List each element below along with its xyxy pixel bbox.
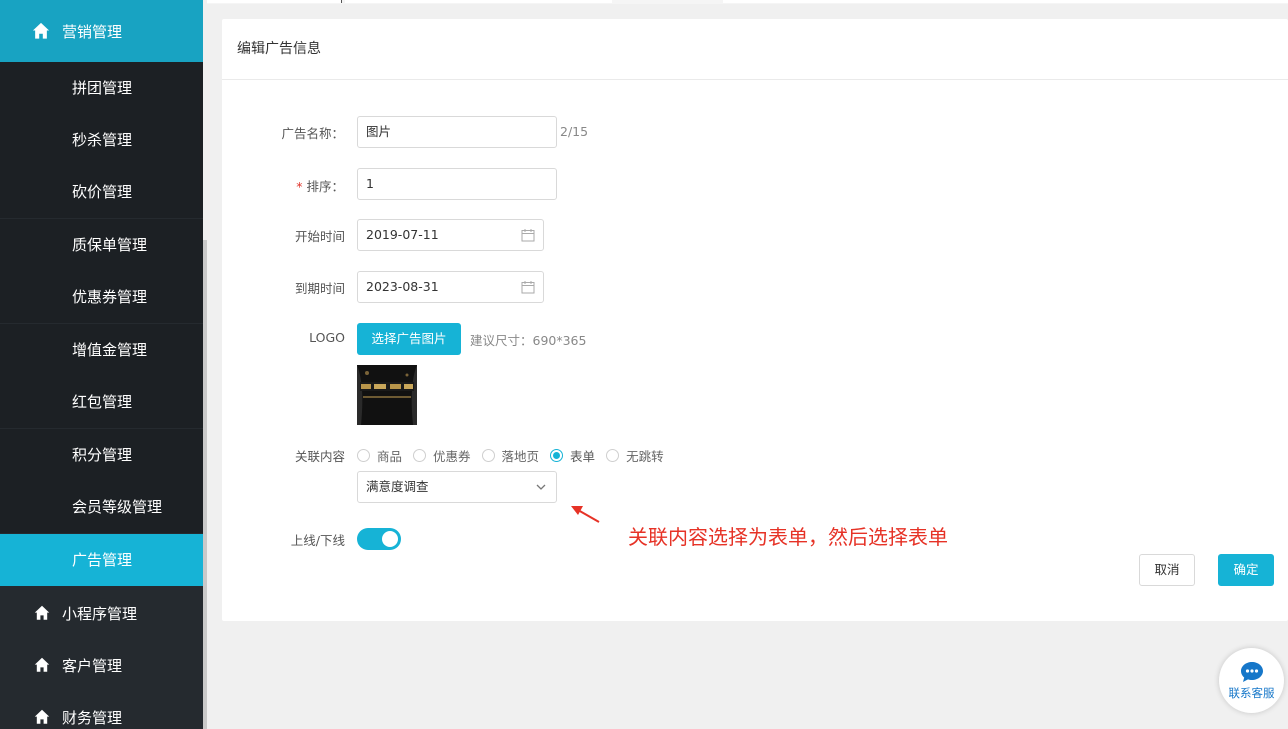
top-tab[interactable] [345, 0, 612, 3]
chat-bubble-icon [1241, 662, 1263, 682]
confirm-button[interactable]: 确定 [1218, 554, 1274, 586]
calendar-icon [521, 281, 535, 294]
radio-form[interactable]: 表单 [550, 446, 595, 465]
sidebar-item-customers[interactable]: 客户管理 [0, 639, 203, 691]
logo-size-hint: 建议尺寸：690*365 [470, 333, 587, 348]
card-title: 编辑广告信息 [222, 19, 1288, 80]
radio-circle[interactable] [550, 449, 564, 462]
sidebar-item-warranty[interactable]: 质保单管理 [0, 219, 203, 271]
radio-landing-page[interactable]: 落地页 [481, 446, 539, 465]
sidebar-item-label: 财务管理 [62, 708, 123, 727]
form-select[interactable]: 满意度调查 [357, 471, 557, 503]
sidebar-item-label: 客户管理 [62, 656, 123, 675]
sidebar-item-ads[interactable]: 广告管理 [0, 534, 203, 586]
sidebar-item-miniprogram[interactable]: 小程序管理 [0, 587, 203, 639]
sidebar-item-label: 营销管理 [62, 22, 123, 41]
radio-no-jump[interactable]: 无跳转 [606, 446, 664, 465]
sidebar-scrollbar[interactable] [203, 240, 207, 729]
toggle-knob [382, 531, 398, 547]
annotation-text: 关联内容选择为表单，然后选择表单 [628, 525, 948, 549]
radio-circle[interactable] [413, 449, 427, 462]
ad-image-preview [357, 365, 417, 425]
related-content-label: 关联内容 [294, 449, 345, 464]
end-time-label: 到期时间 [294, 281, 345, 296]
sidebar-item-bargain[interactable]: 砍价管理 [0, 166, 203, 218]
calendar-icon [521, 229, 535, 242]
ad-image-thumbnail[interactable] [357, 365, 417, 425]
logo-label: LOGO [309, 330, 345, 345]
sidebar-item-value-added[interactable]: 增值金管理 [0, 324, 203, 376]
sidebar-item-flash-sale[interactable]: 秒杀管理 [0, 114, 203, 166]
required-mark: * [296, 179, 303, 194]
end-date-picker[interactable]: 2023-08-31 [357, 271, 544, 303]
choose-ad-image-button[interactable]: 选择广告图片 [357, 323, 461, 355]
sidebar-item-member-level[interactable]: 会员等级管理 [0, 481, 203, 533]
top-tab[interactable] [723, 0, 1288, 3]
sidebar-item-label: 小程序管理 [62, 604, 138, 623]
home-icon [34, 605, 50, 620]
sort-label: * 排序： [296, 179, 344, 194]
ad-name-counter: 2/15 [560, 124, 589, 139]
home-icon [34, 657, 50, 672]
sidebar-item-group-buy[interactable]: 拼团管理 [0, 62, 203, 114]
sidebar: 营销管理 拼团管理 秒杀管理 砍价管理 质保单管理 优惠券管理 增值金管理 红包… [0, 0, 203, 729]
sidebar-item-coupons[interactable]: 优惠券管理 [0, 271, 203, 323]
ad-name-label: 广告名称： [281, 126, 344, 141]
customer-service-button[interactable]: 联系客服 [1219, 648, 1284, 713]
sidebar-item-points[interactable]: 积分管理 [0, 429, 203, 481]
sidebar-item-red-packet[interactable]: 红包管理 [0, 376, 203, 428]
sidebar-item-finance[interactable]: 财务管理 [0, 691, 203, 729]
tab-divider [341, 0, 342, 3]
radio-circle[interactable] [357, 449, 370, 462]
home-icon [34, 709, 50, 724]
online-offline-label: 上线/下线 [290, 533, 345, 548]
radio-product[interactable]: 商品 [357, 446, 402, 465]
customer-service-label: 联系客服 [1228, 686, 1275, 700]
ad-name-input[interactable]: 图片 [357, 116, 557, 148]
online-toggle[interactable] [357, 528, 401, 550]
start-date-picker[interactable]: 2019-07-11 [357, 219, 544, 251]
chevron-down-icon [536, 484, 546, 490]
annotation-arrow-icon [571, 506, 600, 523]
radio-coupon[interactable]: 优惠券 [413, 446, 471, 465]
sidebar-item-marketing[interactable]: 营销管理 [0, 0, 203, 62]
sort-input[interactable]: 1 [357, 168, 557, 200]
start-time-label: 开始时间 [294, 229, 345, 244]
radio-circle[interactable] [481, 449, 495, 462]
home-icon [32, 22, 50, 39]
cancel-button[interactable]: 取消 [1139, 554, 1195, 586]
radio-circle[interactable] [606, 449, 620, 462]
top-tab[interactable] [207, 0, 341, 3]
related-content-radio-group: 商品 优惠券 落地页 表单 无跳转 [357, 446, 675, 465]
